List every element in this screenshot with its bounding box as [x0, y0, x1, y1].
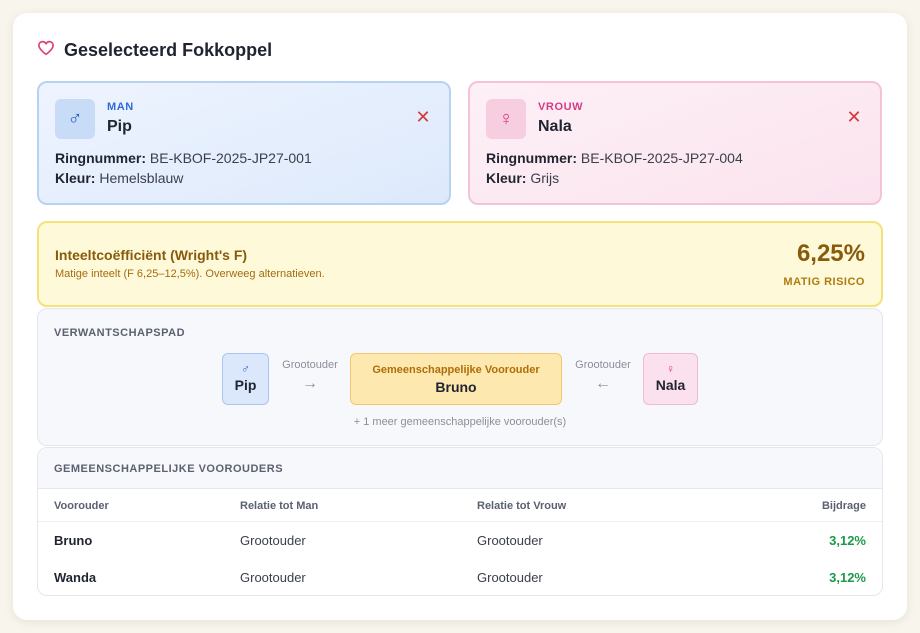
female-gender-label: VROUW [538, 101, 584, 113]
table-section-header: GEMEENSCHAPPELIJKE VOOROUDERS [38, 448, 882, 489]
male-color: Kleur: Hemelsblauw [55, 170, 183, 186]
male-ring-value: BE-KBOF-2025-JP27-001 [149, 150, 312, 166]
column-header-relation-male: Relatie tot Man [240, 500, 319, 512]
more-ancestors-note: + 1 meer gemeenschappelijke voorouder(s) [353, 416, 567, 428]
relation-male-cell: Grootouder [240, 533, 306, 548]
male-name: Pip [107, 118, 132, 135]
inbreeding-coefficient-panel: Inteeltcoëfficiënt (Wright's F) Matige i… [37, 221, 883, 307]
common-section-label: GEMEENSCHAPPELIJKE VOOROUDERS [54, 463, 284, 475]
inbreeding-title: Inteeltcoëfficiënt (Wright's F) [55, 247, 248, 263]
male-ring-label: Ringnummer: [55, 150, 146, 166]
common-ancestor-name: Bruno [435, 379, 477, 395]
column-header-relation-female: Relatie tot Vrouw [477, 500, 567, 512]
contribution-cell: 3,12% [829, 533, 866, 548]
card-title: Geselecteerd Fokkoppel [64, 39, 273, 60]
female-ring-label: Ringnummer: [486, 150, 577, 166]
female-parent-card: ♀ VROUW Nala ✕ Ringnummer: BE-KBOF-2025-… [468, 81, 882, 205]
female-ring-value: BE-KBOF-2025-JP27-004 [580, 150, 743, 166]
path-edge-right: Grootouder ← [568, 359, 638, 393]
relation-female-cell: Grootouder [477, 570, 543, 585]
common-ancestors-table: GEMEENSCHAPPELIJKE VOOROUDERS Voorouder … [37, 447, 883, 596]
female-ring-number: Ringnummer: BE-KBOF-2025-JP27-004 [486, 150, 743, 166]
arrow-left-icon: ← [595, 375, 611, 392]
male-color-label: Kleur: [55, 170, 96, 186]
male-symbol-icon: ♂ [55, 99, 95, 139]
ancestor-cell: Bruno [54, 533, 93, 548]
common-ancestor-label: Gemeenschappelijke Voorouder [372, 364, 540, 376]
ancestor-cell: Wanda [54, 570, 97, 585]
relation-female-cell: Grootouder [477, 533, 543, 548]
relationship-path-panel: VERWANTSCHAPSPAD ♂ Pip Grootouder → Geme… [37, 308, 883, 446]
male-parent-card: ♂ MAN Pip ✕ Ringnummer: BE-KBOF-2025-JP2… [37, 81, 451, 205]
inbreeding-value: 6,25% [796, 240, 865, 267]
contribution-cell: 3,12% [829, 570, 866, 585]
female-symbol-icon: ♀ [666, 362, 675, 376]
breeding-pair-card: Geselecteerd Fokkoppel ♂ MAN Pip ✕ Ringn… [13, 13, 907, 620]
remove-male-button[interactable]: ✕ [415, 108, 431, 126]
path-female-name: Nala [655, 377, 686, 393]
female-color: Kleur: Grijs [486, 170, 559, 186]
inbreeding-description: Matige inteelt (F 6,25–12,5%). Overweeg … [55, 268, 325, 280]
female-color-value: Grijs [530, 170, 560, 186]
relation-male-cell: Grootouder [240, 570, 306, 585]
male-color-value: Hemelsblauw [99, 170, 184, 186]
female-color-label: Kleur: [486, 170, 527, 186]
remove-female-button[interactable]: ✕ [846, 108, 862, 126]
path-node-female: ♀ Nala [643, 353, 698, 405]
column-header-ancestor: Voorouder [54, 500, 109, 512]
path-section-label: VERWANTSCHAPSPAD [54, 327, 186, 339]
table-row: Wanda Grootouder Grootouder 3,12% [38, 559, 882, 595]
male-gender-label: MAN [107, 101, 134, 113]
path-male-name: Pip [234, 377, 257, 393]
risk-badge: MATIG RISICO [783, 276, 865, 288]
path-edge-left: Grootouder → [275, 359, 345, 393]
table-row: Bruno Grootouder Grootouder 3,12% [38, 522, 882, 559]
path-node-male: ♂ Pip [222, 353, 269, 405]
female-name: Nala [538, 118, 572, 135]
column-header-contribution: Bijdrage [821, 500, 866, 512]
path-node-common-ancestor: Gemeenschappelijke Voorouder Bruno [350, 353, 562, 405]
female-symbol-icon: ♀ [486, 99, 526, 139]
right-edge-label: Grootouder [575, 359, 631, 371]
arrow-right-icon: → [302, 375, 318, 392]
left-edge-label: Grootouder [282, 359, 338, 371]
heart-icon [37, 39, 55, 62]
table-header-row: Voorouder Relatie tot Man Relatie tot Vr… [38, 489, 882, 522]
male-symbol-icon: ♂ [241, 362, 250, 376]
male-ring-number: Ringnummer: BE-KBOF-2025-JP27-001 [55, 150, 312, 166]
card-header: Geselecteerd Fokkoppel [37, 39, 272, 61]
